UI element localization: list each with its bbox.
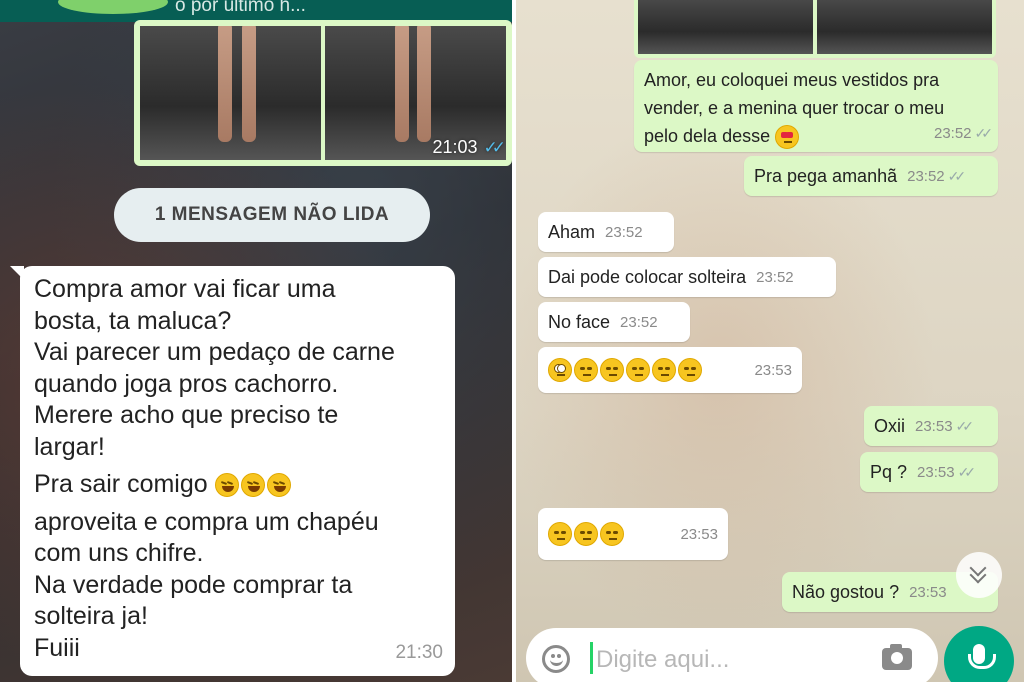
message-time: 21:30: [395, 641, 443, 663]
message-line: com uns chifre.: [34, 539, 204, 567]
message-line: quando joga pros cachorro.: [34, 369, 339, 398]
chat-header: o por último h...: [0, 0, 512, 22]
unamused-emoji-icon: [652, 358, 676, 382]
message-line: aproveita e compra um chapéu: [34, 507, 379, 536]
message-line: vender, e a menina quer trocar o meu: [644, 98, 945, 118]
photo-thumbnail[interactable]: [140, 26, 321, 160]
eye-roll-emoji-icon: [548, 358, 572, 382]
message-time: 23:53: [680, 525, 718, 543]
left-chat-screenshot: o por último h... 21:03 ✓✓ 1 MENSAGEM NÃO…: [0, 0, 512, 682]
outgoing-message[interactable]: Pra pega amanhã 23:52 ✓✓: [744, 156, 998, 196]
heart-eyes-emoji-icon: [775, 125, 800, 150]
incoming-message[interactable]: Compra amor vai ficar uma bosta, ta malu…: [10, 266, 455, 676]
tears-of-joy-emoji-icon: [266, 473, 291, 498]
header-last-seen: o por último h...: [175, 0, 306, 16]
photo-thumbnail[interactable]: [817, 0, 992, 54]
scroll-down-button[interactable]: [956, 552, 1002, 598]
outgoing-message[interactable]: Oxii 23:53 ✓✓: [864, 406, 998, 446]
read-receipt-icon: ✓✓: [974, 125, 994, 141]
message-text: Aham: [548, 221, 596, 242]
tears-of-joy-emoji-icon: [214, 473, 239, 498]
message-text: Oxii: [874, 415, 905, 436]
tears-of-joy-emoji-icon: [240, 473, 265, 498]
emoji-row: [548, 358, 704, 382]
message-line: Fuiii: [34, 633, 80, 662]
incoming-message[interactable]: No face 23:52: [538, 302, 690, 342]
unamused-emoji-icon: [600, 522, 624, 546]
message-time: 23:52 ✓✓: [907, 167, 967, 185]
message-time: 21:03 ✓✓: [432, 137, 506, 157]
message-input[interactable]: Digite aqui...: [596, 646, 729, 674]
message-text: Pq ?: [870, 461, 908, 482]
photo-thumbnail[interactable]: [638, 0, 813, 54]
outgoing-message[interactable]: Amor, eu coloquei meus vestidos pra vend…: [634, 60, 998, 152]
unamused-emoji-icon: [574, 522, 598, 546]
emoji-icon[interactable]: [542, 645, 570, 673]
message-time: 23:53 ✓✓: [917, 463, 977, 481]
read-receipt-icon: ✓✓: [955, 417, 975, 434]
emoji-row: [548, 522, 626, 546]
message-line: solteira ja!: [34, 602, 148, 630]
message-line: Compra amor vai ficar uma: [34, 275, 336, 303]
message-line: Na verdade pode comprar ta: [34, 570, 353, 599]
incoming-message[interactable]: 23:53: [538, 347, 802, 393]
incoming-message[interactable]: Dai pode colocar solteira 23:52: [538, 257, 836, 297]
unamused-emoji-icon: [548, 522, 572, 546]
message-input-bar[interactable]: Digite aqui...: [526, 628, 938, 682]
message-time: 23:53: [754, 361, 792, 379]
unamused-emoji-icon: [626, 358, 650, 382]
message-time: 23:52: [620, 313, 658, 331]
unread-messages-banner: 1 MENSAGEM NÃO LIDA: [114, 188, 430, 242]
message-line: Pra sair comigo: [34, 469, 441, 501]
header-avatar[interactable]: [58, 0, 168, 14]
message-line: Vai parecer um pedaço de carne: [34, 338, 395, 366]
read-receipt-icon: ✓✓: [957, 463, 977, 480]
message-text: Pra pega amanhã: [754, 165, 898, 186]
message-line: Merere acho que preciso te: [34, 401, 339, 429]
message-text: No face: [548, 311, 611, 332]
message-line: bosta, ta maluca?: [34, 306, 232, 335]
mic-icon: [968, 644, 996, 669]
photo-message[interactable]: [634, 0, 996, 58]
outgoing-message[interactable]: Pq ? 23:53 ✓✓: [860, 452, 998, 492]
message-time: 23:53 ✓✓: [915, 417, 975, 435]
incoming-message[interactable]: 23:53: [538, 508, 728, 560]
read-receipt-icon: ✓✓: [483, 138, 506, 157]
unamused-emoji-icon: [678, 358, 702, 382]
unamused-emoji-icon: [600, 358, 624, 382]
message-text: Dai pode colocar solteira: [548, 266, 747, 287]
message-text: Não gostou ?: [792, 581, 900, 602]
camera-icon[interactable]: [882, 644, 912, 670]
message-time: 23:52: [756, 268, 794, 286]
unamused-emoji-icon: [574, 358, 598, 382]
message-time: 23:52: [605, 223, 643, 241]
message-time: 23:53: [909, 583, 947, 601]
message-time: 23:52 ✓✓: [933, 125, 994, 142]
text-cursor: [590, 642, 593, 674]
message-line: Amor, eu coloquei meus vestidos pra: [644, 70, 940, 90]
message-line: largar!: [34, 432, 105, 461]
incoming-message[interactable]: Aham 23:52: [538, 212, 674, 252]
photo-message[interactable]: 21:03 ✓✓: [134, 20, 512, 166]
read-receipt-icon: ✓✓: [947, 167, 967, 184]
